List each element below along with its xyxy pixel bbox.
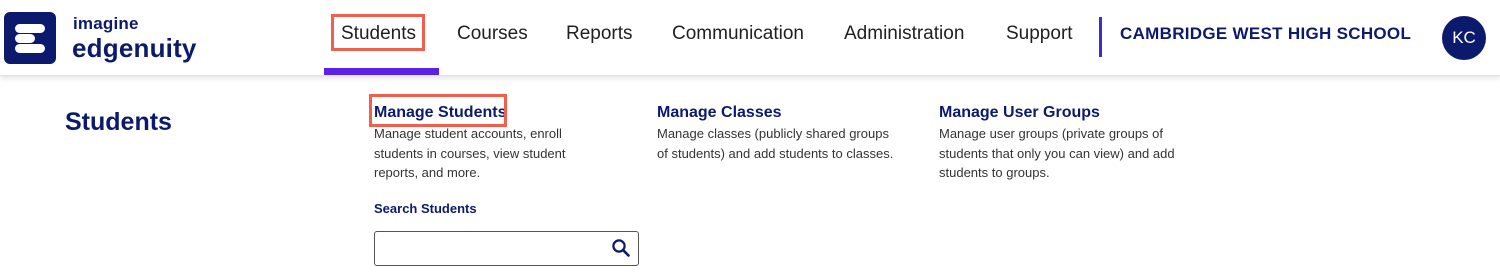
description-line: students to groups. <box>939 165 1050 180</box>
top-navigation-bar: imagine edgenuity Students Courses Repor… <box>0 0 1500 76</box>
nav-tab-reports[interactable]: Reports <box>566 23 633 45</box>
logo-text-imagine: imagine <box>73 14 139 33</box>
description-line: Manage student accounts, enroll <box>374 126 562 141</box>
manage-classes-description: Manage classes (publicly shared groups o… <box>657 124 893 163</box>
search-students-box[interactable] <box>374 231 639 266</box>
section-title: Students <box>65 108 172 136</box>
active-tab-highlight <box>331 14 425 51</box>
description-line: of students) and add students to classes… <box>657 145 894 161</box>
nav-divider <box>1099 17 1102 57</box>
user-avatar[interactable]: KC <box>1442 16 1486 60</box>
manage-students-description: Manage student accounts, enroll students… <box>374 124 566 183</box>
nav-tab-courses[interactable]: Courses <box>457 23 528 45</box>
school-name[interactable]: CAMBRIDGE WEST HIGH SCHOOL <box>1120 24 1411 44</box>
description-line: Manage user groups (private groups of <box>939 126 1164 141</box>
description-line: Manage classes (publicly shared groups <box>657 126 889 141</box>
manage-user-groups-description: Manage user groups (private groups of st… <box>939 124 1175 183</box>
logo-text-edgenuity: edgenuity <box>72 33 197 63</box>
search-students-input[interactable] <box>381 236 605 263</box>
search-students-label: Search Students <box>374 201 477 216</box>
search-icon[interactable] <box>611 238 631 258</box>
nav-tab-communication[interactable]: Communication <box>672 23 804 45</box>
edgenuity-logo-icon[interactable] <box>4 12 56 64</box>
active-tab-underline <box>324 68 439 75</box>
nav-tab-support[interactable]: Support <box>1006 23 1073 45</box>
description-line: students in courses, view student <box>374 145 566 161</box>
manage-classes-link[interactable]: Manage Classes <box>657 104 782 122</box>
description-line: reports, and more. <box>374 165 481 180</box>
description-line: students that only you can view) and add <box>939 145 1175 161</box>
manage-user-groups-link[interactable]: Manage User Groups <box>939 104 1100 122</box>
nav-tab-administration[interactable]: Administration <box>844 23 964 45</box>
manage-students-highlight <box>369 94 507 127</box>
